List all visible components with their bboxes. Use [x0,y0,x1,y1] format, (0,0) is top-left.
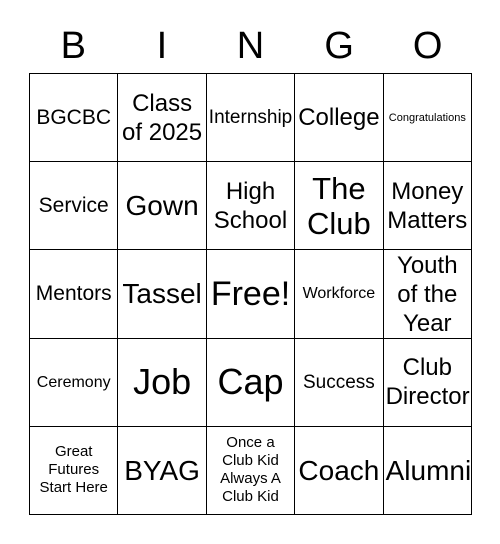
bingo-cell-label: Great Futures Start Here [39,443,108,497]
bingo-header-letter: N [236,24,265,67]
bingo-cell[interactable]: Success [295,338,384,427]
bingo-cell[interactable]: Class of 2025 [118,74,207,163]
bingo-cell-label: Once a Club Kid Always A Club Kid [220,434,281,506]
bingo-cell[interactable]: Service [30,162,119,251]
bingo-cell-label: Job [133,361,192,403]
bingo-cell[interactable]: Congratulations [383,74,472,163]
bingo-cell[interactable]: Cap [206,338,296,427]
bingo-cell[interactable]: Workforce [295,250,384,339]
bingo-cell[interactable]: Gown [118,162,207,251]
bingo-cell[interactable]: The Club [295,162,384,251]
bingo-header-letter: I [156,24,168,67]
bingo-cell-label: Youth of the Year [397,251,458,337]
bingo-cell-label: Service [38,194,109,218]
bingo-cell[interactable]: Great Futures Start Here [30,426,119,515]
bingo-cell[interactable]: Money Matters [383,162,472,251]
bingo-cell-label: Congratulations [388,111,466,124]
bingo-header-row: BINGO [29,18,472,73]
bingo-cell-label: Workforce [302,285,376,303]
bingo-cell-label: Club Director [385,354,470,411]
bingo-cell-label: Success [302,371,375,393]
bingo-cell[interactable]: BGCBC [30,74,119,163]
bingo-cell-label: Coach [298,454,380,486]
bingo-header-letter: O [412,24,443,67]
bingo-cell-label: Mentors [35,282,112,306]
bingo-cell[interactable]: BYAG [118,426,207,515]
bingo-cell-label: College [298,104,380,132]
bingo-cell-label: Gown [125,190,199,222]
bingo-cell[interactable]: Free! [206,250,296,339]
bingo-cell[interactable]: Tassel [118,250,207,339]
bingo-cell-label: Ceremony [36,373,111,391]
bingo-cell[interactable]: Job [118,338,207,427]
bingo-header-letter: B [60,24,86,67]
bingo-cell-label: Cap [217,361,284,403]
bingo-cell-label: Tassel [122,278,202,310]
bingo-cell[interactable]: College [295,74,384,163]
bingo-cell[interactable]: Club Director [383,338,472,427]
bingo-cell-label: Internship [208,107,293,129]
bingo-cell[interactable]: Once a Club Kid Always A Club Kid [206,426,296,515]
bingo-cell-label: BGCBC [36,106,112,130]
bingo-cell-label: BYAG [124,454,200,486]
bingo-cell-label: Money Matters [387,177,468,234]
bingo-cell[interactable]: Alumni [383,426,472,515]
bingo-header-letter: G [324,24,354,67]
bingo-cell[interactable]: Mentors [30,250,119,339]
bingo-card: B I N G O BGCBC Class of 2025 Internship Colleg… [0,0,500,544]
bingo-cell[interactable]: Coach [295,426,384,515]
bingo-cell-label: The Club [307,170,371,241]
bingo-cell-label: Class of 2025 [122,89,203,146]
bingo-cell[interactable]: Internship [206,74,296,163]
bingo-cell-label: High School [213,177,288,234]
bingo-cell-label: Free! [210,274,291,313]
bingo-cell[interactable]: Ceremony [30,338,119,427]
bingo-cell-label: Alumni [385,454,472,486]
bingo-cell[interactable]: Youth of the Year [383,250,472,339]
bingo-grid: BGCBC Class of 2025 Internship College Congr… [29,73,472,515]
bingo-cell[interactable]: High School [206,162,296,251]
